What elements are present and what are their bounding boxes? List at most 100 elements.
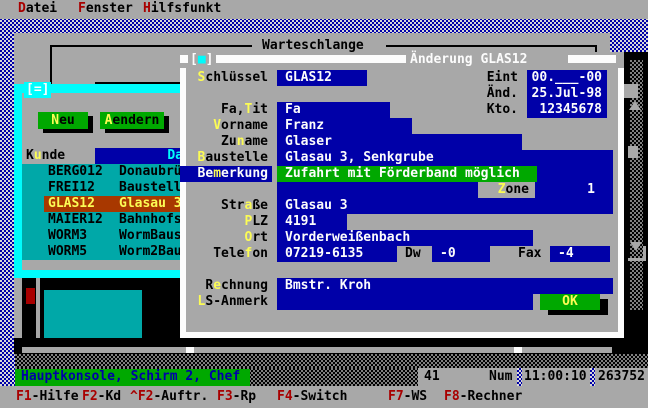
field-dw[interactable]: -0 <box>432 246 490 262</box>
date-column-header[interactable]: Da <box>95 148 186 164</box>
kunde-column-header[interactable]: Kunde <box>26 148 65 164</box>
customer-name: Baustelle <box>119 180 190 195</box>
field-label-vorname: Vorname <box>213 118 268 133</box>
fkey-action: -Auftr. <box>153 389 209 404</box>
fkey-label: F2 <box>82 389 98 404</box>
menu-item-fenster[interactable]: Fenster <box>78 1 133 17</box>
dialog-titlebar[interactable]: [■] Änderung GLAS12 <box>180 52 624 68</box>
fkey-f8[interactable]: F8-Rechner <box>444 389 522 405</box>
menu-item-datei[interactable]: Datei <box>18 1 57 17</box>
field-label-rechnung: Rechnung <box>205 278 268 293</box>
field-label-ort: Ort <box>244 230 268 245</box>
fkey-label: F7 <box>388 389 404 404</box>
fkey-f2[interactable]: F2-Kd <box>82 389 121 405</box>
field-label-eint: Eint <box>486 70 518 85</box>
field-label-dw: Dw <box>405 246 421 261</box>
new-button[interactable]: Neu <box>38 112 88 129</box>
dialog-title: Änderung GLAS12 <box>410 52 528 67</box>
status-bar: Hauptkonsole, Schirm 2, Chef 41 Num 11:0… <box>0 368 648 386</box>
field-aend[interactable]: 25.Jul-98 <box>527 86 607 102</box>
console-status: Hauptkonsole, Schirm 2, Chef <box>15 369 250 386</box>
fkey-label: ^F2 <box>130 389 154 404</box>
field-schluessel[interactable]: GLAS12 <box>277 70 367 86</box>
field-zuname[interactable]: Glaser <box>277 134 522 150</box>
fkey-f1[interactable]: F1-Hilfe <box>16 389 79 405</box>
fkey-label: F8 <box>444 389 460 404</box>
change-button[interactable]: Aendern <box>100 112 164 129</box>
fkey-f7[interactable]: F7-WS <box>388 389 427 405</box>
field-bemerkung[interactable]: Zufahrt mit Förderband möglich <box>277 166 537 182</box>
fkey-label: F4 <box>277 389 293 404</box>
field-label-plz: PLZ <box>244 214 268 229</box>
field-plz[interactable]: 4191 <box>277 214 347 230</box>
fkey-label: F3 <box>217 389 233 404</box>
field-label-zone: Zone <box>478 182 535 198</box>
field-label-telefon: Telefon <box>213 246 268 261</box>
field-label-schluessel: Schlüssel <box>197 70 268 85</box>
customer-code: MAIER12 <box>48 212 103 227</box>
fkey-action: -Kd <box>97 389 122 404</box>
background-window-right <box>622 52 648 368</box>
window-frame-line <box>50 45 252 47</box>
field-vorname[interactable]: Franz <box>277 118 412 134</box>
field-fatit[interactable]: Fa <box>277 102 390 118</box>
memory-counter: 263752 <box>598 369 645 384</box>
scroll-down-icon[interactable] <box>630 242 642 251</box>
aenderung-dialog: [■] Änderung GLAS12 Schlüssel GLAS12 Ein… <box>180 52 624 338</box>
customer-code: WORM3 <box>48 228 88 243</box>
hscroll-tick <box>186 347 194 353</box>
field-label-kto: Kto. <box>486 102 518 117</box>
field-baustelle[interactable]: Glasau 3, Senkgrube <box>277 150 613 166</box>
horizontal-scrollbar[interactable] <box>22 347 612 353</box>
fkey-label: F1 <box>16 389 32 404</box>
field-zone[interactable]: 1 <box>277 182 613 198</box>
numlock-indicator: Num <box>489 369 513 384</box>
field-lsanmerk[interactable] <box>277 294 533 310</box>
fkey-action: -WS <box>403 389 428 404</box>
fkey-ctrl-f2[interactable]: ^F2-Auftr. <box>130 389 208 405</box>
field-label-strasse: Straße <box>221 198 268 213</box>
dialog-close-button[interactable]: [■] <box>190 52 213 68</box>
hscroll-tick <box>514 347 522 353</box>
field-rechnung[interactable]: Bmstr. Kroh <box>277 278 613 294</box>
field-label-lsanmerk: LS-Anmerk <box>197 294 268 309</box>
list-scroll-strip[interactable] <box>22 260 186 270</box>
scrollbar-thumb[interactable] <box>628 146 638 158</box>
desktop: Datei Fenster Hilfsfunkt Warteschlange [… <box>0 0 648 408</box>
window-menu-button[interactable]: [=] <box>24 82 52 98</box>
function-key-bar: F1-Hilfe F2-Kd ^F2-Auftr. F3-Rp F4-Switch F7-… <box>0 386 648 408</box>
status-counter: 41 <box>424 369 440 384</box>
fkey-action: -Hilfe <box>31 389 79 404</box>
close-icon: ■ <box>197 52 206 67</box>
customer-code: WORM5 <box>48 244 88 259</box>
field-label-zuname: Zuname <box>221 134 268 149</box>
field-eint[interactable]: 00.___-00 <box>527 70 607 86</box>
field-label-baustelle: Baustelle <box>197 150 268 165</box>
customer-code: FREI12 <box>48 180 95 195</box>
ok-button[interactable]: OK <box>540 294 600 310</box>
window-frame-line <box>50 45 52 85</box>
field-strasse[interactable]: Glasau 3 <box>277 198 613 214</box>
fkey-f4[interactable]: F4-Switch <box>277 389 347 405</box>
frame-corner <box>643 246 646 259</box>
field-label-aend: Änd. <box>486 86 518 101</box>
background-dither-strip <box>15 354 648 368</box>
field-label-bemerkung: Bemerkung <box>197 166 268 181</box>
fkey-action: -Switch <box>292 389 348 404</box>
customer-list: BERG012 Donaubrücke FREI12 Baustelle GLAS12 G… <box>22 164 208 260</box>
field-label-fatit: Fa,Tit <box>221 102 268 117</box>
field-telefon[interactable]: 07219-6135 <box>277 246 397 262</box>
customer-list-window: [=] Neu Aendern Kunde Da BERG012 Donaubrü… <box>14 82 208 278</box>
field-ort[interactable]: Vorderweißenbach <box>277 230 533 246</box>
fkey-action: -Rp <box>232 389 257 404</box>
background-strip <box>14 338 648 354</box>
menu-item-hilfsfunkt[interactable]: Hilfsfunkt <box>143 1 221 17</box>
fkey-f3[interactable]: F3-Rp <box>217 389 256 405</box>
menu-bar: Datei Fenster Hilfsfunkt <box>0 0 648 19</box>
scroll-up-icon[interactable] <box>629 101 641 110</box>
customer-code: BERG012 <box>48 164 103 179</box>
clock: 11:00:10 <box>524 369 587 384</box>
field-kto[interactable]: 12345678 <box>527 102 607 118</box>
scrollbar-top-block <box>624 84 638 98</box>
field-fax[interactable]: -4 <box>550 246 610 262</box>
